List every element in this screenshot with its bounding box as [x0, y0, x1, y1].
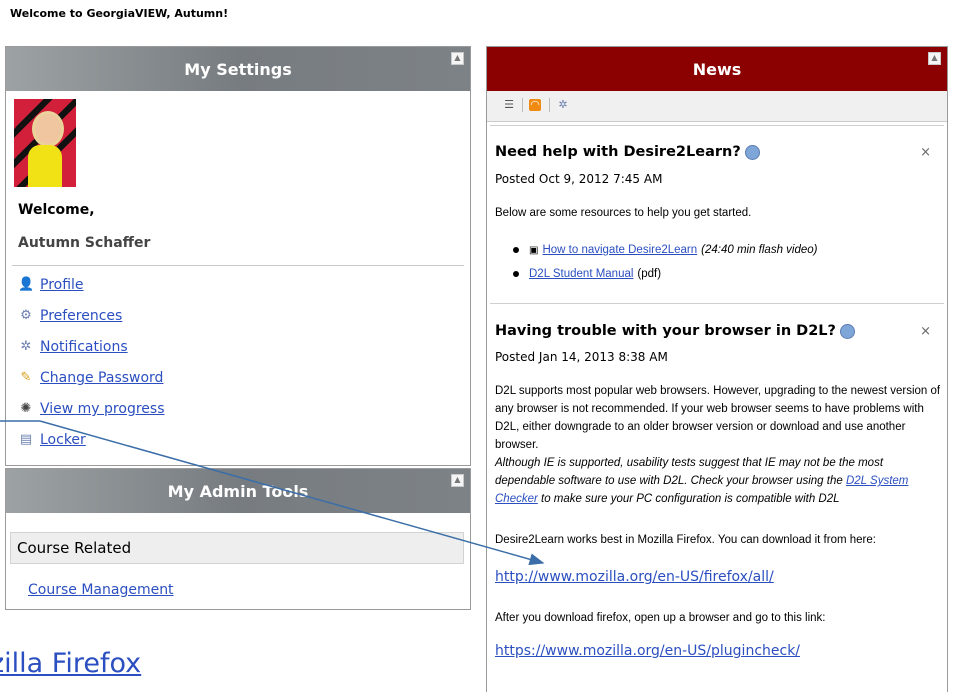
locker-icon: ▤: [19, 432, 33, 447]
menu-item-locker[interactable]: ▤ Locker: [18, 432, 86, 448]
posted-date: Posted Oct 9, 2012 7:45 AM: [495, 172, 663, 186]
my-admin-tools-title: My Admin Tools: [167, 481, 309, 501]
toolbar-separator: [549, 98, 550, 112]
divider: [12, 265, 464, 266]
notifications-link[interactable]: Notifications: [40, 339, 128, 355]
person-icon: 👤: [18, 277, 35, 292]
menu-item-profile[interactable]: 👤 Profile: [18, 277, 84, 293]
video-icon: ▣: [529, 244, 539, 256]
collapse-icon[interactable]: ▲: [451, 474, 464, 487]
menu-item-view-progress[interactable]: ✺ View my progress: [18, 401, 165, 417]
news-header: News ▲: [487, 47, 947, 91]
toolbar-separator: [522, 98, 523, 112]
manual-note: (pdf): [637, 268, 662, 280]
view-progress-link[interactable]: View my progress: [40, 401, 164, 417]
divider: [490, 125, 944, 126]
slide-caption: zilla Firefox: [0, 648, 142, 679]
plugin-check-link[interactable]: https://www.mozilla.org/en-US/pluginchec…: [495, 643, 800, 659]
globe-icon: [839, 323, 855, 339]
divider: [490, 303, 944, 304]
list-item: D2L Student Manual (pdf): [513, 268, 661, 280]
course-related-section: Course Related: [10, 532, 464, 564]
posted-date: Posted Jan 14, 2013 8:38 AM: [495, 350, 668, 364]
dismiss-icon[interactable]: ×: [920, 145, 931, 160]
collapse-icon[interactable]: ▲: [928, 52, 941, 65]
course-management-link[interactable]: Course Management: [28, 582, 174, 598]
profile-link[interactable]: Profile: [40, 277, 84, 293]
news-paragraph-firefox: Desire2Learn works best in Mozilla Firef…: [495, 534, 876, 546]
news-intro: Below are some resources to help you get…: [495, 207, 752, 219]
user-name: Autumn Schaffer: [18, 235, 151, 251]
news-item-title: Need help with Desire2Learn?: [495, 144, 760, 160]
news-item-title: Having trouble with your browser in D2L?: [495, 323, 855, 339]
my-settings-header: My Settings ▲: [6, 47, 470, 91]
news-paragraph-after: After you download firefox, open up a br…: [495, 612, 826, 624]
news-paragraph: D2L supports most popular web browsers. …: [495, 385, 941, 451]
news-paragraph-ie: Although IE is supported, usability test…: [495, 457, 909, 505]
my-admin-tools-header: My Admin Tools ▲: [6, 469, 470, 513]
locker-link[interactable]: Locker: [40, 432, 86, 448]
welcome-label: Welcome,: [18, 202, 95, 218]
change-password-link[interactable]: Change Password: [40, 370, 163, 386]
welcome-banner: Welcome to GeorgiaVIEW, Autumn!: [10, 7, 229, 20]
my-settings-title: My Settings: [184, 59, 292, 79]
avatar: [14, 99, 76, 187]
news-toolbar: ☰ ◠ ✲: [487, 91, 947, 122]
news-widget: News ▲ ☰ ◠ ✲ Need help with Desire2Learn…: [486, 46, 948, 692]
rss-icon[interactable]: ◠: [529, 99, 541, 111]
video-link[interactable]: How to navigate Desire2Learn: [542, 244, 697, 256]
preferences-link[interactable]: Preferences: [40, 308, 122, 324]
menu-item-notifications[interactable]: ✲ Notifications: [18, 339, 128, 355]
video-note: (24:40 min flash video): [701, 244, 818, 256]
list-item: ▣ How to navigate Desire2Learn (24:40 mi…: [513, 244, 818, 256]
settings-icon[interactable]: ✲: [557, 99, 569, 111]
progress-icon: ✺: [20, 401, 32, 416]
collapse-icon[interactable]: ▲: [451, 52, 464, 65]
my-settings-widget: My Settings ▲ Welcome, Autumn Schaffer 👤…: [5, 46, 471, 466]
globe-icon: [744, 144, 760, 160]
list-view-icon[interactable]: ☰: [503, 99, 515, 111]
my-admin-tools-widget: My Admin Tools ▲ Course Related Course M…: [5, 468, 471, 610]
menu-item-preferences[interactable]: ⚙ Preferences: [18, 308, 122, 324]
news-title: News: [692, 59, 742, 79]
student-manual-link[interactable]: D2L Student Manual: [529, 268, 633, 280]
firefox-download-link[interactable]: http://www.mozilla.org/en-US/firefox/all…: [495, 569, 774, 585]
menu-item-change-password[interactable]: ✎ Change Password: [18, 370, 164, 386]
notifications-icon: ✲: [20, 339, 32, 354]
dismiss-icon[interactable]: ×: [920, 324, 931, 339]
key-icon: ✎: [20, 370, 32, 385]
preferences-icon: ⚙: [20, 308, 32, 323]
